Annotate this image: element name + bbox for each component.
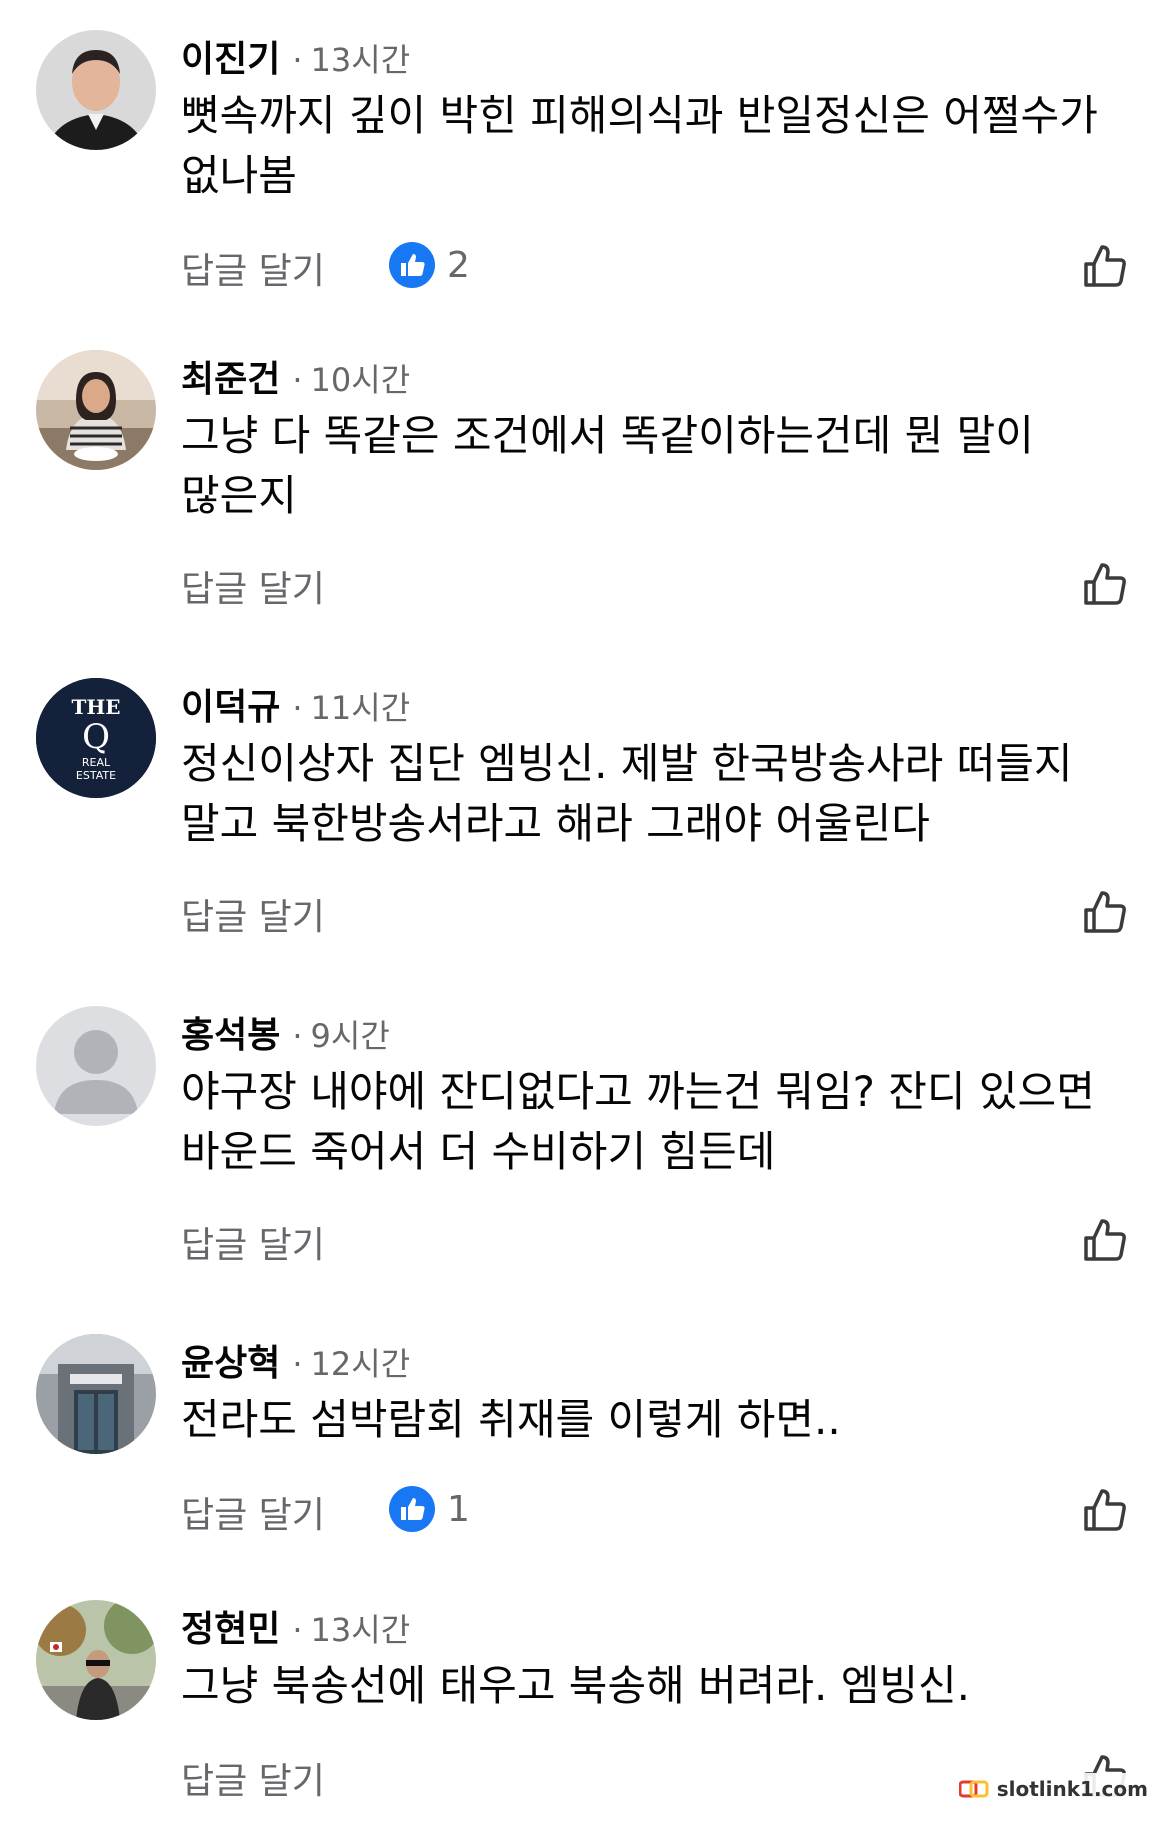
separator-dot: ·: [292, 1345, 303, 1383]
watermark-logo-icon: [958, 1780, 989, 1798]
separator-dot: ·: [292, 689, 303, 727]
watermark-text: slotlink1.com: [996, 1777, 1148, 1801]
author-name[interactable]: 최준건: [181, 350, 280, 402]
like-reaction-icon: [389, 242, 435, 288]
comment-header: 윤상혁 · 12시간: [181, 1334, 410, 1384]
comment-header: 이진기 · 13시간: [181, 30, 410, 80]
avatar[interactable]: [36, 350, 156, 470]
reply-button[interactable]: 답글 달기: [181, 560, 325, 612]
comment-item: THE Q REAL ESTATE 이덕규 · 11시간 정신이상자 집단 엠빙…: [0, 648, 1170, 968]
separator-dot: ·: [292, 1611, 303, 1649]
avatar[interactable]: [36, 30, 156, 150]
comment-text: 뼛속까지 깊이 박힌 피해의식과 반일정신은 어쩔수가 없나봄: [181, 91, 1098, 200]
avatar[interactable]: [36, 1600, 156, 1720]
watermark: slotlink1.com: [950, 1773, 1156, 1805]
comment-actions: 답글 달기 1: [181, 1480, 1141, 1540]
comment-actions: 답글 달기 2: [181, 236, 1141, 296]
comment-text: 정신이상자 집단 엠빙신. 제발 한국방송사라 떠들지 말고 북한방송서라고 해…: [181, 739, 1073, 848]
reply-button[interactable]: 답글 달기: [181, 1216, 325, 1268]
separator-dot: ·: [292, 41, 303, 79]
like-button[interactable]: [1081, 1216, 1129, 1264]
thumbs-up-icon: [1084, 245, 1126, 287]
thumbs-up-icon: [1084, 563, 1126, 605]
separator-dot: ·: [292, 1017, 303, 1055]
author-name[interactable]: 이덕규: [181, 678, 280, 730]
comment-text: 야구장 내야에 잔디없다고 까는건 뭐임? 잔디 있으면 바운드 죽어서 더 수…: [181, 1067, 1095, 1176]
comment-timestamp[interactable]: 13시간: [311, 35, 411, 81]
like-button[interactable]: [1081, 888, 1129, 936]
logo-text-line3: REAL: [82, 756, 111, 769]
comment-header: 이덕규 · 11시간: [181, 678, 410, 728]
comment-actions: 답글 달기: [181, 554, 1141, 614]
reply-button[interactable]: 답글 달기: [181, 1486, 325, 1538]
author-name[interactable]: 윤상혁: [181, 1334, 280, 1386]
separator-dot: ·: [292, 361, 303, 399]
comment-item: 이진기 · 13시간 뼛속까지 깊이 박힌 피해의식과 반일정신은 어쩔수가 없…: [0, 0, 1170, 320]
reply-button[interactable]: 답글 달기: [181, 242, 325, 294]
comment-text: 전라도 섬박람회 취재를 이렇게 하면..: [181, 1395, 841, 1444]
avatar-photo: [36, 350, 156, 470]
avatar-photo: [36, 30, 156, 150]
comment-timestamp[interactable]: 10시간: [311, 355, 411, 401]
avatar-logo: THE Q REAL ESTATE: [36, 678, 156, 798]
default-person-icon: [36, 1006, 156, 1126]
avatar[interactable]: [36, 1334, 156, 1454]
reaction-count: 1: [447, 1488, 470, 1530]
comment-header: 정현민 · 13시간: [181, 1600, 410, 1650]
comment-timestamp[interactable]: 11시간: [311, 683, 411, 729]
avatar[interactable]: THE Q REAL ESTATE: [36, 678, 156, 798]
reply-button[interactable]: 답글 달기: [181, 888, 325, 940]
comment-header: 홍석봉 · 9시간: [181, 1006, 390, 1056]
avatar[interactable]: [36, 1006, 156, 1126]
avatar-photo: [36, 1600, 156, 1720]
comment-text: 그냥 다 똑같은 조건에서 똑같이하는건데 뭔 말이 많은지: [181, 411, 1034, 520]
author-name[interactable]: 정현민: [181, 1600, 280, 1652]
like-button[interactable]: [1081, 242, 1129, 290]
comment-actions: 답글 달기: [181, 882, 1141, 942]
avatar-photo: [36, 1334, 156, 1454]
logo-text-line1: THE: [71, 695, 120, 719]
like-reaction-icon: [389, 1486, 435, 1532]
logo-text-line2: Q: [82, 717, 110, 757]
comment-actions: 답글 달기: [181, 1210, 1141, 1270]
comment-timestamp[interactable]: 9시간: [311, 1011, 390, 1057]
author-name[interactable]: 이진기: [181, 30, 280, 82]
comment-item: 최준건 · 10시간 그냥 다 똑같은 조건에서 똑같이하는건데 뭔 말이 많은…: [0, 320, 1170, 640]
comment-text: 그냥 북송선에 태우고 북송해 버려라. 엠빙신.: [181, 1661, 970, 1710]
thumbs-up-icon: [1084, 891, 1126, 933]
comment-item: 윤상혁 · 12시간 전라도 섬박람회 취재를 이렇게 하면.. 답글 달기 1: [0, 1304, 1170, 1574]
reaction-summary[interactable]: 2: [389, 240, 470, 290]
comment-timestamp[interactable]: 13시간: [311, 1605, 411, 1651]
like-button[interactable]: [1081, 560, 1129, 608]
thumbs-up-icon: [1084, 1489, 1126, 1531]
comment-timestamp[interactable]: 12시간: [311, 1339, 411, 1385]
logo-text-line4: ESTATE: [76, 769, 116, 782]
comment-header: 최준건 · 10시간: [181, 350, 410, 400]
author-name[interactable]: 홍석봉: [181, 1006, 280, 1058]
reaction-summary[interactable]: 1: [389, 1484, 470, 1534]
reaction-count: 2: [447, 244, 470, 286]
comment-item: 홍석봉 · 9시간 야구장 내야에 잔디없다고 까는건 뭐임? 잔디 있으면 바…: [0, 976, 1170, 1296]
thumbs-up-icon: [1084, 1219, 1126, 1261]
reply-button[interactable]: 답글 달기: [181, 1752, 325, 1804]
like-button[interactable]: [1081, 1486, 1129, 1534]
